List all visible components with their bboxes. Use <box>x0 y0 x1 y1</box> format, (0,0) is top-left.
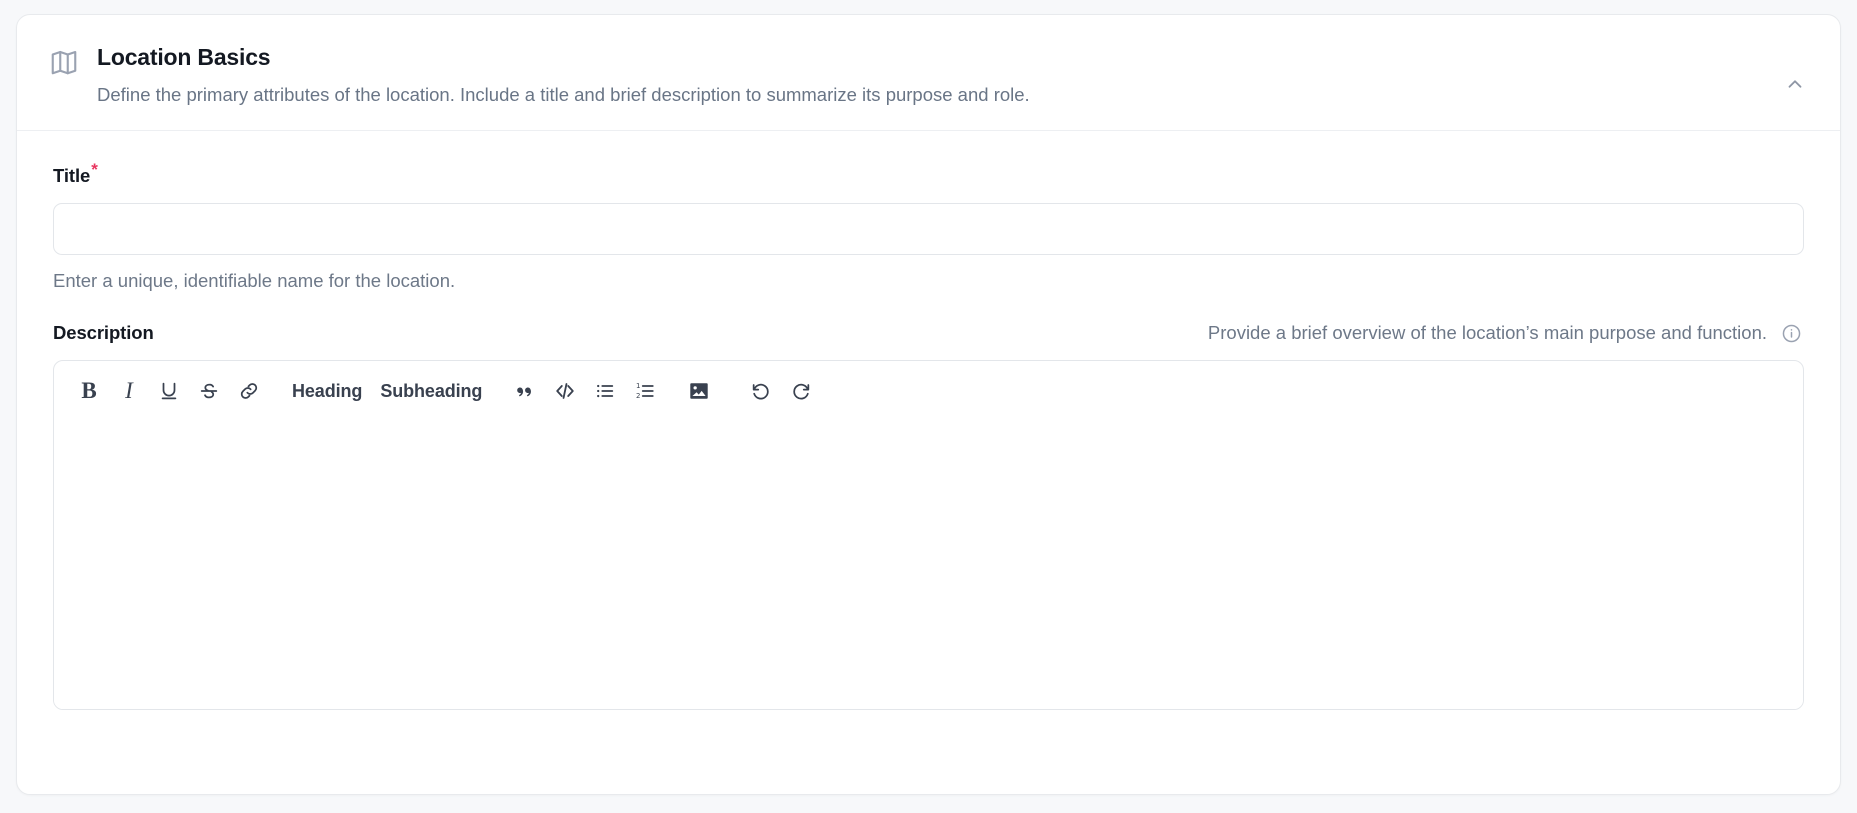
strikethrough-icon <box>198 380 220 402</box>
underline-icon <box>158 380 180 402</box>
link-icon <box>238 380 260 402</box>
link-button[interactable] <box>230 372 268 410</box>
title-label-text: Title <box>53 165 91 186</box>
description-editor-area[interactable] <box>54 421 1803 709</box>
card-header: Location Basics Define the primary attri… <box>17 15 1840 131</box>
title-help-text: Enter a unique, identifiable name for th… <box>53 270 456 291</box>
description-hint-group: Provide a brief overview of the location… <box>1208 322 1802 344</box>
subheading-button[interactable]: Subheading <box>372 372 490 410</box>
description-field-label: Description <box>53 322 154 343</box>
info-icon[interactable] <box>1781 323 1802 344</box>
numbered-list-icon: 1 2 <box>634 380 656 402</box>
bold-button[interactable]: B <box>70 372 108 410</box>
quote-icon <box>514 380 536 402</box>
redo-icon <box>790 380 812 402</box>
redo-button[interactable] <box>782 372 820 410</box>
heading-icon: Heading <box>292 380 363 401</box>
code-icon <box>554 380 576 402</box>
card-body: Title* Enter a unique, identifiable name… <box>17 131 1840 710</box>
insert-image-button[interactable] <box>680 372 718 410</box>
title-input[interactable] <box>53 203 1804 255</box>
strikethrough-button[interactable] <box>190 372 228 410</box>
code-block-button[interactable] <box>546 372 584 410</box>
svg-text:1: 1 <box>636 382 640 390</box>
card-subtitle: Define the primary attributes of the loc… <box>97 84 1030 105</box>
chevron-up-icon <box>1784 73 1806 95</box>
heading-button[interactable]: Heading <box>284 372 370 410</box>
rich-text-editor: B I Heading Subheading 1 2 <box>53 360 1804 710</box>
undo-icon <box>750 380 772 402</box>
editor-toolbar: B I Heading Subheading 1 2 <box>54 361 1803 421</box>
collapse-section-button[interactable] <box>1778 67 1812 101</box>
description-field: Description Provide a brief overview of … <box>53 322 1804 710</box>
bold-icon: B <box>81 378 97 403</box>
undo-button[interactable] <box>742 372 780 410</box>
page-title: Location Basics <box>97 44 271 70</box>
image-icon <box>688 380 710 402</box>
description-hint-text: Provide a brief overview of the location… <box>1207 322 1767 343</box>
italic-button[interactable]: I <box>110 372 148 410</box>
svg-text:2: 2 <box>636 392 640 400</box>
bullet-list-button[interactable] <box>586 372 624 410</box>
italic-icon: I <box>125 378 133 403</box>
subheading-icon: Subheading <box>380 380 483 401</box>
title-field-label: Title* <box>53 161 98 186</box>
description-field-header: Description Provide a brief overview of … <box>53 322 1804 344</box>
location-basics-card: Location Basics Define the primary attri… <box>16 14 1841 795</box>
required-asterisk: * <box>91 159 98 179</box>
bullet-list-icon <box>594 380 616 402</box>
numbered-list-button[interactable]: 1 2 <box>626 372 664 410</box>
underline-button[interactable] <box>150 372 188 410</box>
blockquote-button[interactable] <box>506 372 544 410</box>
map-icon <box>49 47 79 77</box>
page-root: Location Basics Define the primary attri… <box>0 0 1857 813</box>
card-header-text: Location Basics Define the primary attri… <box>97 41 1030 107</box>
